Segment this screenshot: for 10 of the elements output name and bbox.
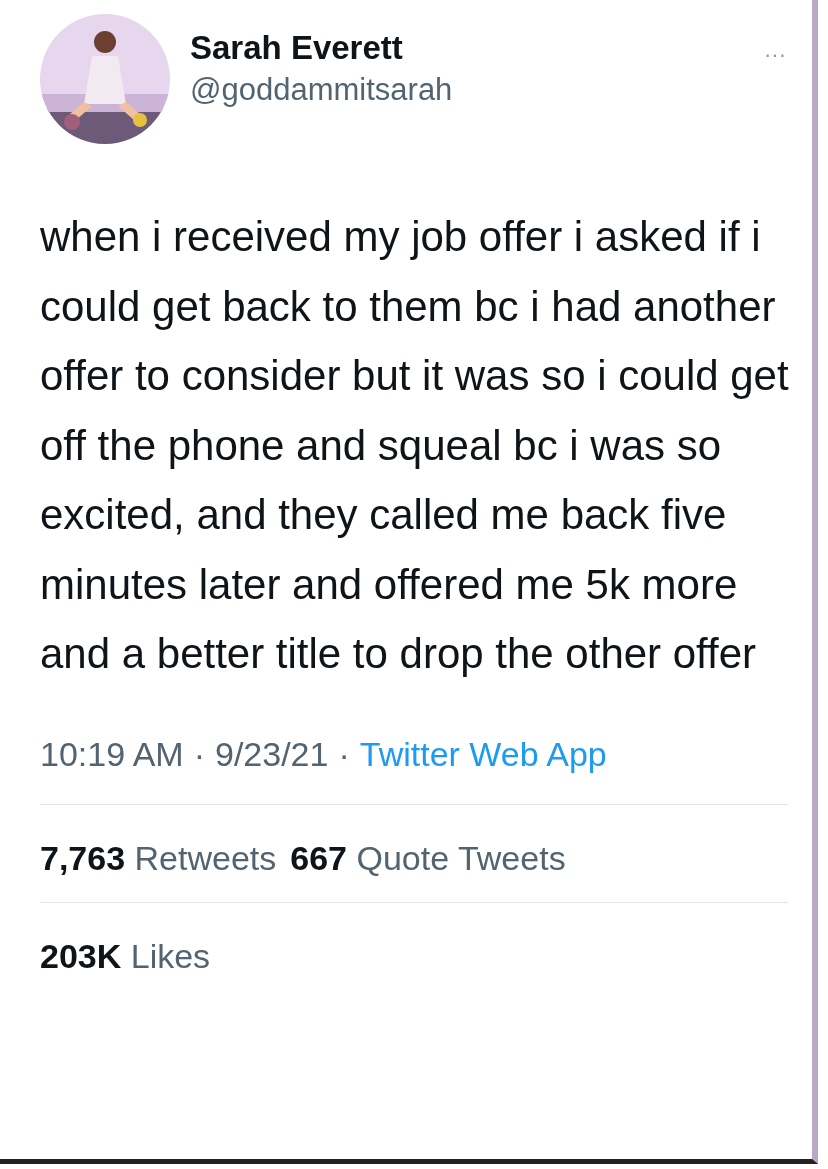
tweet-time[interactable]: 10:19 AM: [40, 734, 184, 774]
separator-dot: ·: [338, 734, 350, 774]
likes-link[interactable]: 203K Likes: [40, 936, 211, 976]
tweet-text: when i received my job offer i asked if i could get back to them bc i had another offer to consider but it was so i could get off the phone and squeal bc i was so excited, and they called me back five minutes later and offered me 5k more and a better title to drop the other offer: [40, 212, 790, 679]
stat-link[interactable]: 7,763 Retweets: [40, 838, 277, 878]
author-name[interactable]: Sarah Everett: [190, 26, 453, 70]
tweet-date[interactable]: 9/23/21: [215, 734, 329, 774]
stat-link[interactable]: 667 Quote Tweets: [290, 838, 566, 878]
author-handle[interactable]: @goddammitsarah: [190, 70, 453, 110]
separator-dot: ·: [193, 734, 205, 774]
